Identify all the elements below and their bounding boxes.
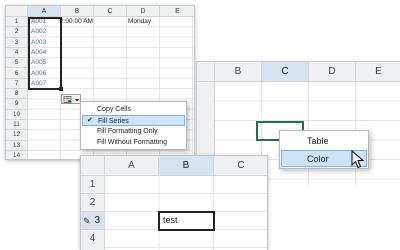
select-all-corner[interactable] [81,156,105,176]
series-cell-a4[interactable]: A004 [31,49,46,56]
series-cell-a2[interactable]: A002 [31,28,46,35]
row-header-6[interactable]: 6 [6,68,28,79]
cell-d1[interactable]: Monday [128,18,151,25]
cell-value: test [163,215,178,225]
series-cell-a3[interactable]: A003 [31,39,46,46]
column-header-c[interactable]: C [94,6,127,17]
select-all-corner[interactable] [197,62,215,82]
row-header-10[interactable]: 10 [6,109,28,120]
series-cell-a5[interactable]: A005 [31,59,46,66]
row-header-8[interactable]: 8 [6,89,28,100]
row-header-13[interactable]: 13 [6,140,28,151]
mouse-pointer-icon [351,150,365,169]
column-header-b[interactable]: B [159,156,214,176]
column-header-e[interactable]: E [356,62,400,82]
row-header-7[interactable]: 7 [6,78,28,90]
row-number: 3 [94,215,100,226]
column-header-c[interactable]: C [214,156,267,176]
column-header-a[interactable]: A [28,6,61,17]
select-all-corner[interactable] [6,6,28,17]
menu-item-fill-series[interactable]: ✔ Fill Series [82,115,185,126]
row-header-1[interactable]: 1 [6,17,28,28]
menu-item-label: Color [307,154,329,164]
row-header-11[interactable]: 11 [6,120,28,131]
menu-item-label: Fill Series [98,118,129,125]
row-header-4[interactable]: 4 [81,230,105,250]
row-header-3[interactable]: 3 [6,37,28,48]
menu-item-label: Table [307,136,329,146]
checkmark-icon: ✔ [87,117,93,124]
fill-handle[interactable] [59,87,63,91]
column-header-a[interactable]: A [105,156,159,176]
edit-pencil-icon: ✎ [83,216,91,226]
row-header-2[interactable]: 2 [81,194,105,212]
row-header-14[interactable]: 14 [6,150,28,159]
autofill-options-menu: Copy Cells ✔ Fill Series Fill Formatting… [80,101,187,150]
row-header-5[interactable]: 5 [6,58,28,69]
row-header-3[interactable]: ✎ 3 [81,212,105,230]
series-cell-a1[interactable]: A001 [31,18,46,25]
column-header-e[interactable]: E [160,6,194,17]
column-header-c[interactable]: C [262,62,309,82]
menu-item-copy-cells[interactable]: Copy Cells [81,104,186,115]
series-cell-a7[interactable]: A007 [31,80,46,87]
menu-item-label: Copy Cells [97,106,131,113]
series-cell-a6[interactable]: A006 [31,70,46,77]
row-header-9[interactable]: 9 [6,99,28,110]
column-header-b[interactable]: B [61,6,94,17]
menu-item-fill-without-formatting[interactable]: Fill Without Formatting [81,137,186,148]
active-cell-b3[interactable]: test [158,211,215,231]
menu-item-label: Fill Without Formatting [97,139,168,146]
cell-b1[interactable]: 2:00:00 AM [60,18,93,25]
row-header-1[interactable]: 1 [81,176,105,194]
menu-item-label: Fill Formatting Only [97,128,158,135]
menu-item-table[interactable]: Table [281,133,367,149]
autofill-options-button[interactable] [61,94,81,104]
row-header-4[interactable]: 4 [6,47,28,59]
column-header-b[interactable]: B [215,62,262,82]
autofill-options-icon [63,96,79,103]
menu-item-fill-formatting-only[interactable]: Fill Formatting Only [81,126,186,137]
row-header-12[interactable]: 12 [6,130,28,141]
column-header-d[interactable]: D [309,62,356,82]
column-header-d[interactable]: D [127,6,160,17]
spreadsheet-panel-edit: A B C 1 2 ✎ 3 4 test [80,155,268,250]
row-header-2[interactable]: 2 [6,27,28,38]
